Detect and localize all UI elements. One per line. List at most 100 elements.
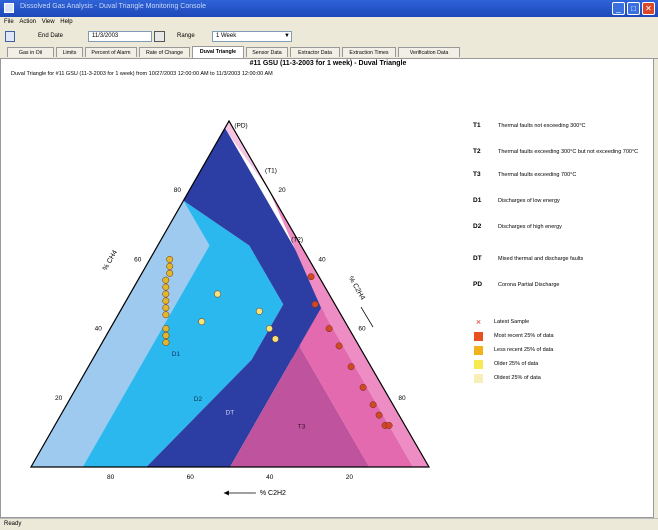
legend-code: T1 [473, 122, 481, 129]
data-point [271, 335, 279, 343]
tab-extractor-data[interactable]: Extractor Data [290, 47, 340, 57]
c2h2-tick-label: 80 [107, 474, 115, 481]
data-point [335, 342, 343, 350]
chevron-down-icon[interactable]: ▼ [283, 32, 291, 41]
data-point [166, 255, 174, 263]
region-label-dt: DT [226, 410, 235, 417]
legend-description: Thermal faults exceeding 300°C but not e… [498, 149, 639, 155]
ch4-tick-label: 80 [174, 187, 182, 194]
end-date-label: End Date [38, 33, 64, 39]
data-point [162, 338, 170, 346]
tab-rate-of-change[interactable]: Rate of Change [139, 47, 190, 57]
sample-swatch [474, 374, 483, 383]
end-date-input[interactable]: 11/3/2003 [88, 31, 152, 42]
legend-code: DT [473, 255, 482, 262]
data-point [347, 363, 355, 371]
sample-legend-label: Older 25% of data [494, 361, 539, 367]
data-point [162, 304, 170, 312]
data-point [307, 273, 315, 281]
refresh-icon[interactable] [5, 31, 15, 42]
data-point [166, 269, 174, 277]
legend-code: T3 [473, 171, 481, 178]
range-select[interactable]: 1 Week [212, 31, 292, 42]
duval-triangle-chart: 20 40 60 80 20 40 60 80 80 60 40 20 (PD) (T1) (T2) T3 D… [29, 119, 431, 497]
ch4-tick-label: 60 [134, 256, 142, 263]
c2h2-tick-label: 40 [266, 474, 274, 481]
sample-legend-label: Most recent 25% of data [494, 333, 554, 339]
ch4-axis-label: % CH4 [102, 249, 119, 272]
region-label-t3: T3 [298, 423, 306, 430]
status-text: Ready [4, 521, 22, 527]
toolbar: End Date 11/3/2003 Range 1 Week ▼ [0, 28, 658, 46]
data-point [255, 307, 263, 315]
data-point [162, 332, 170, 339]
data-point [198, 318, 206, 326]
sample-swatch [474, 332, 483, 341]
tab-limits[interactable]: Limits [56, 47, 83, 57]
c2h4-tick-label: 60 [358, 326, 366, 333]
tab-verification-data[interactable]: Verification Data [398, 47, 460, 57]
region-label-d1: D1 [172, 351, 181, 358]
data-point [162, 276, 170, 284]
legend-description: Corona Partial Discharge [498, 282, 560, 288]
region-label-d2: D2 [194, 396, 203, 403]
region-label-t1: (T1) [265, 167, 277, 174]
window-title: Dissolved Gas Analysis - Duval Triangle … [20, 3, 206, 10]
legend-description: Mixed thermal and discharge faults [498, 256, 584, 262]
c2h2-tick-label: 20 [346, 474, 354, 481]
sample-legend-label: Oldest 25% of data [494, 375, 541, 381]
title-bar: Dissolved Gas Analysis - Duval Triangle … [0, 0, 658, 17]
c2h4-tick-label: 80 [398, 395, 406, 402]
legend-code: D1 [473, 197, 482, 204]
c2h4-axis-arrow [360, 306, 374, 328]
tab-extraction-times[interactable]: Extraction Times [342, 47, 396, 57]
ch4-tick-label: 40 [95, 326, 103, 333]
legend-code: T2 [473, 148, 481, 155]
c2h4-axis-label: % C2H4 [347, 275, 366, 301]
maximize-button[interactable]: □ [627, 2, 640, 15]
ch4-tick-label: 20 [55, 395, 63, 402]
legend-description: Discharges of low energy [498, 198, 560, 204]
data-point [311, 300, 319, 308]
sample-swatch [474, 346, 483, 355]
region-label-pd: (PD) [234, 122, 247, 129]
data-point [325, 325, 333, 333]
data-point [162, 325, 170, 333]
menu-view[interactable]: View [42, 17, 55, 28]
tab-gas-in-oil[interactable]: Gas in Oil [7, 47, 54, 57]
data-point [369, 401, 377, 409]
data-point [162, 283, 170, 291]
data-point [162, 297, 170, 305]
data-point [265, 325, 273, 333]
sample-swatch [474, 360, 483, 369]
c2h4-tick-label: 40 [318, 256, 326, 263]
arrow-left-icon [223, 490, 229, 496]
latest-sample-marker: × [387, 421, 392, 430]
tab-sensor-data[interactable]: Sensor Data [246, 47, 288, 57]
menu-file[interactable]: File [4, 17, 14, 28]
app-icon [4, 3, 14, 13]
menu-action[interactable]: Action [19, 17, 36, 28]
minimize-button[interactable]: _ [612, 2, 625, 15]
menu-help[interactable]: Help [60, 17, 72, 28]
data-point [166, 262, 174, 270]
duval-panel: #11 GSU (11-3-2003 for 1 week) - Duval T… [0, 58, 654, 518]
close-button[interactable]: ✕ [642, 2, 655, 15]
status-bar: Ready [0, 518, 658, 530]
latest-sample-marker-icon: × [475, 317, 482, 327]
tab-percent-of-alarm[interactable]: Percent of Alarm [85, 47, 137, 57]
sample-legend-label: Less recent 25% of data [494, 347, 554, 353]
data-point [359, 383, 367, 391]
sample-legend-label: Latest Sample [494, 319, 530, 325]
data-point [162, 311, 170, 319]
menu-bar: File Action View Help [0, 17, 658, 28]
tab-duval-triangle[interactable]: Duval Triangle [192, 46, 244, 58]
c2h2-tick-label: 60 [187, 474, 195, 481]
range-label: Range [177, 33, 195, 39]
c2h2-axis-label: % C2H2 [260, 490, 286, 497]
region-label-t2: (T2) [291, 237, 303, 244]
legend-description: Discharges of high energy [498, 224, 562, 230]
legend-code: PD [473, 281, 483, 288]
data-point [214, 290, 222, 298]
calendar-icon[interactable] [154, 31, 165, 42]
